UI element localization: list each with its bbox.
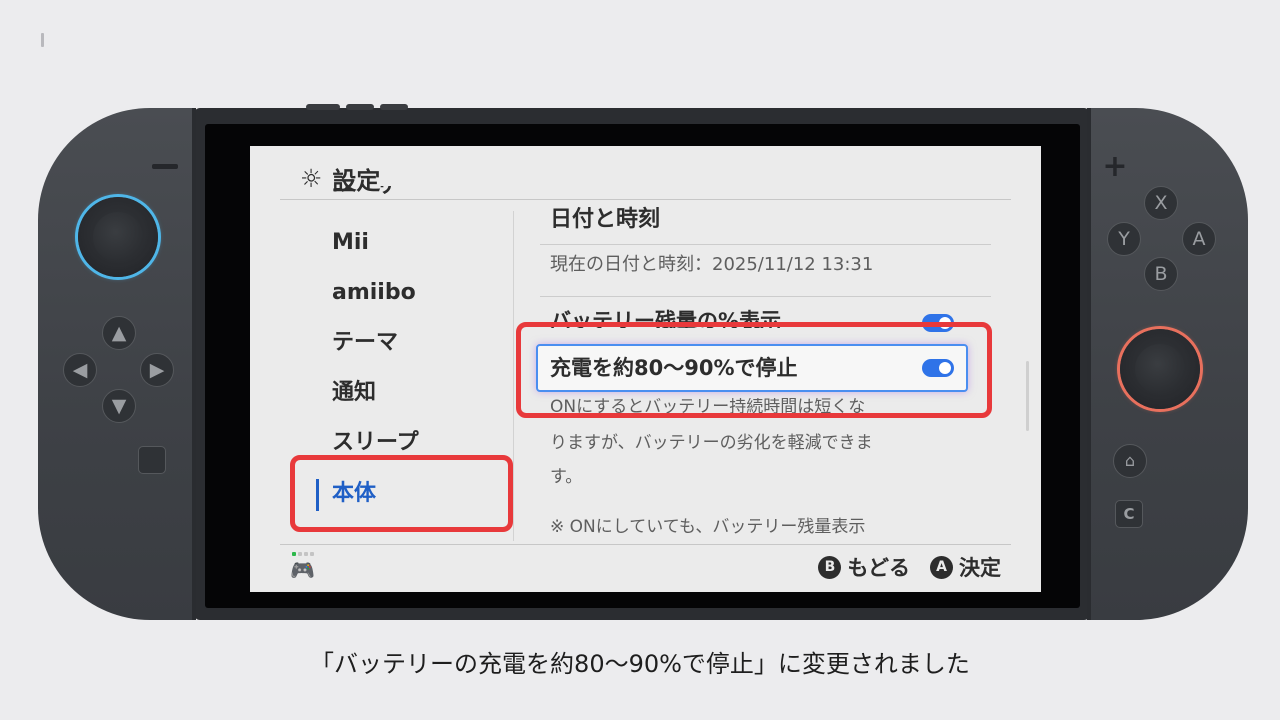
- a-button[interactable]: A: [1182, 222, 1216, 256]
- section-divider: [540, 244, 991, 245]
- power-button[interactable]: [306, 104, 340, 110]
- footer-divider: [280, 544, 1011, 545]
- dpad-up-icon[interactable]: ▲: [102, 316, 136, 350]
- scrollbar[interactable]: [1026, 361, 1029, 431]
- sidebar-item-notifications[interactable]: 通知: [332, 376, 376, 410]
- footer-buttons: B もどる A 決定: [818, 549, 1001, 585]
- minus-button[interactable]: [152, 164, 178, 169]
- section-title: 日付と時刻: [550, 207, 661, 232]
- charge-limit-description-line3: す。: [550, 467, 583, 487]
- highlight-box-system: [290, 455, 513, 532]
- volume-plus-button[interactable]: [380, 104, 408, 110]
- charge-limit-note: ※ ONにしていても、バッテリー残量表示: [550, 517, 866, 537]
- plus-button[interactable]: +: [1102, 152, 1128, 182]
- controller-indicator: [292, 552, 314, 556]
- y-button[interactable]: Y: [1107, 222, 1141, 256]
- b-button[interactable]: B: [1144, 257, 1178, 291]
- setting-divider: [540, 296, 991, 297]
- volume-minus-button[interactable]: [346, 104, 374, 110]
- left-rail: [192, 108, 196, 620]
- corner-mark: [41, 33, 44, 47]
- sidebar-item-mii[interactable]: Mii: [332, 226, 369, 260]
- dpad-left-icon[interactable]: ◀: [63, 353, 97, 387]
- ok-button[interactable]: 決定: [959, 552, 1001, 582]
- dpad-right-icon[interactable]: ▶: [140, 353, 174, 387]
- left-stick[interactable]: [78, 197, 158, 277]
- back-button[interactable]: もどる: [847, 552, 910, 582]
- sidebar-item-amiibo[interactable]: amiibo: [332, 276, 416, 310]
- highlight-box-charge-limit: [516, 322, 992, 418]
- x-button[interactable]: X: [1144, 186, 1178, 220]
- home-button[interactable]: ⌂: [1113, 444, 1147, 478]
- sidebar-item-partial[interactable]: ユーザー: [332, 186, 420, 200]
- right-rail: [1087, 108, 1091, 620]
- capture-button-left[interactable]: [138, 446, 166, 474]
- datetime-text: 現在の日付と時刻：2025/11/12 13:31: [550, 254, 874, 275]
- right-stick[interactable]: [1120, 329, 1200, 409]
- dpad-down-icon[interactable]: ▼: [102, 389, 136, 423]
- charge-limit-description-line2: りますが、バッテリーの劣化を軽減できま: [550, 433, 873, 453]
- sidebar-item-theme[interactable]: テーマ: [332, 326, 398, 360]
- controller-icon: 🎮: [290, 558, 315, 582]
- a-button-icon: A: [930, 555, 953, 579]
- c-button[interactable]: C: [1115, 500, 1143, 528]
- b-button-icon: B: [818, 555, 842, 579]
- gear-icon: ☼: [300, 163, 323, 193]
- pane-divider: [513, 211, 514, 541]
- caption: 「バッテリーの充電を約80〜90%で停止」に変更されました: [310, 650, 970, 678]
